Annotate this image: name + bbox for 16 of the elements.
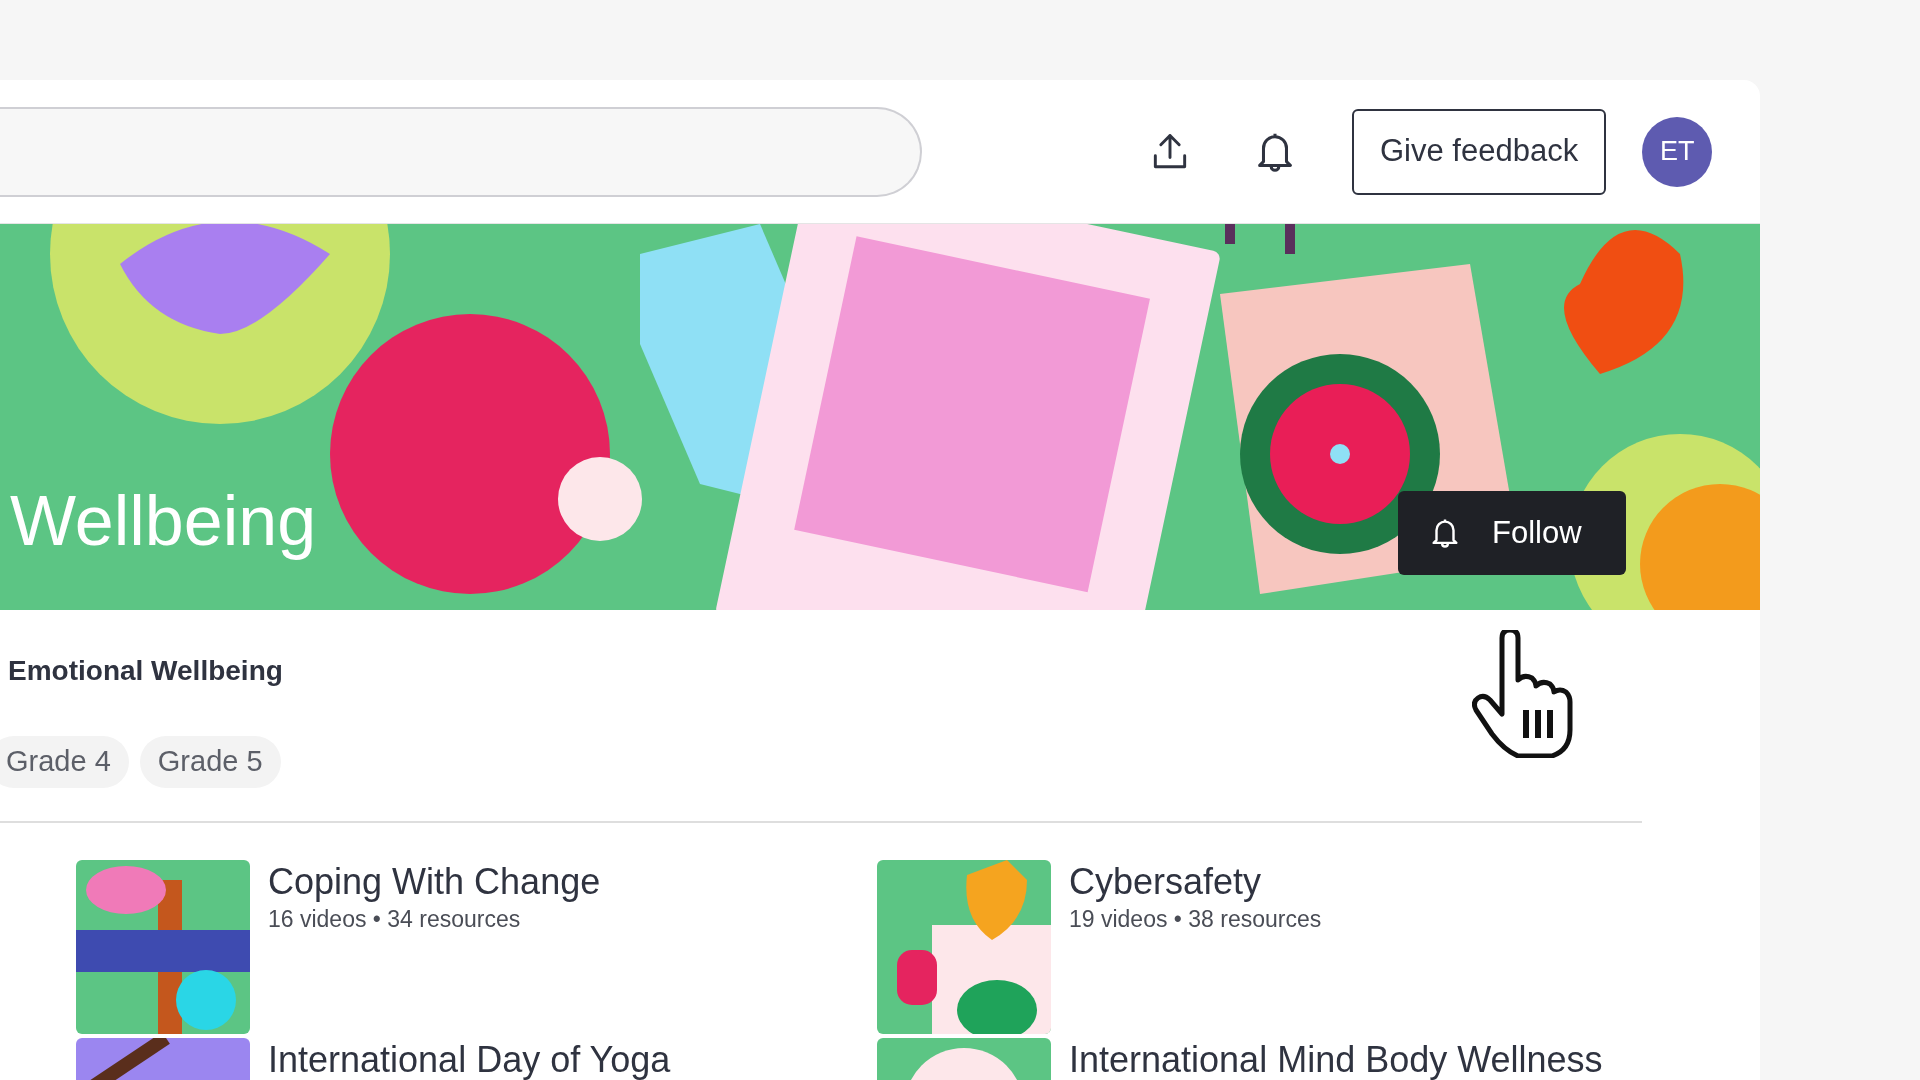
- collection-thumbnail[interactable]: [877, 860, 1051, 1034]
- grade-chip[interactable]: Grade 4: [0, 736, 129, 788]
- user-avatar[interactable]: ET: [1642, 116, 1713, 187]
- search-field[interactable]: [0, 106, 922, 197]
- collection-meta: 19 videos • 38 resources: [1069, 905, 1322, 934]
- give-feedback-button[interactable]: Give feedback: [1352, 108, 1607, 195]
- section-title: Emotional Wellbeing: [8, 654, 284, 684]
- pointer-cursor-icon: [1472, 630, 1574, 758]
- follow-button[interactable]: Follow: [1398, 491, 1626, 575]
- collection-title[interactable]: Coping With Change: [268, 862, 601, 902]
- grade-chip[interactable]: Grade 5: [139, 736, 281, 788]
- collection-meta: 16 videos • 34 resources: [268, 905, 522, 934]
- collection-title[interactable]: International Mind Body Wellness: [1069, 1040, 1603, 1080]
- collection-thumbnail[interactable]: [76, 860, 250, 1034]
- collection-title[interactable]: International Day of Yoga: [268, 1040, 671, 1080]
- collection-title[interactable]: Cybersafety: [1069, 862, 1322, 902]
